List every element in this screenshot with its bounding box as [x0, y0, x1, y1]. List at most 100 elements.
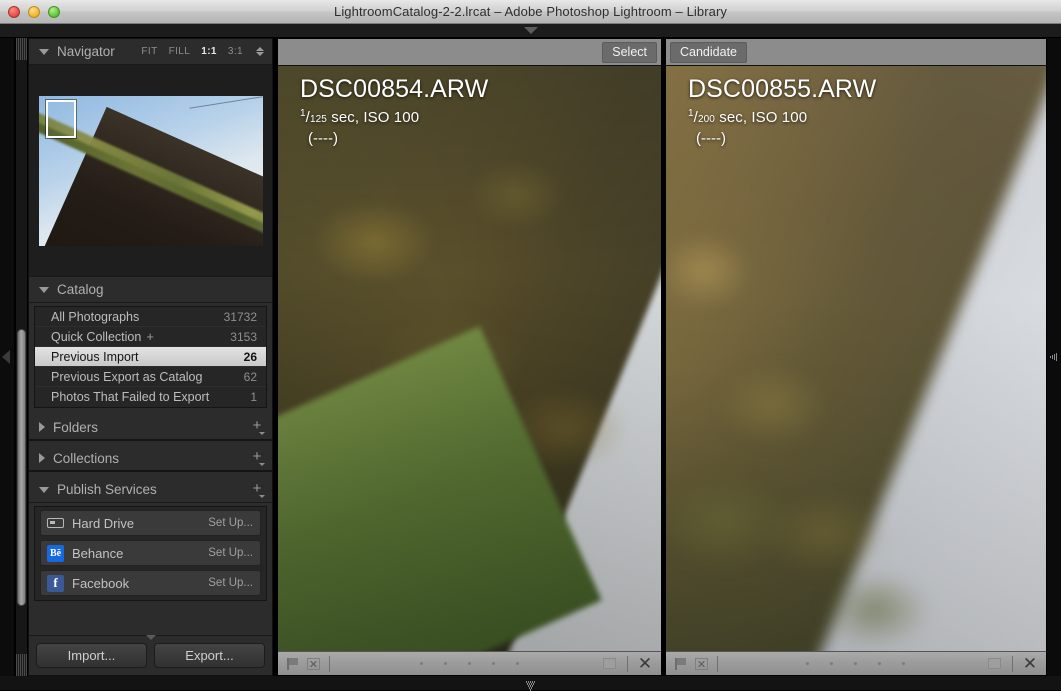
- rating-dot-3[interactable]: [467, 662, 471, 665]
- rating-dot-5[interactable]: [902, 662, 905, 665]
- rating-dot-4[interactable]: [878, 662, 881, 665]
- chevron-left-icon: [2, 350, 10, 364]
- left-panel-scrollbar[interactable]: [16, 38, 27, 676]
- rating-dot-5[interactable]: [515, 662, 519, 665]
- select-photo[interactable]: DSC00854.ARW 1/125 sec, ISO 100 (----): [278, 66, 661, 651]
- collections-title: Collections: [53, 450, 120, 466]
- add-folder-button[interactable]: +: [250, 418, 265, 435]
- top-panel-toggle[interactable]: [0, 24, 1061, 38]
- export-button[interactable]: Export...: [154, 643, 265, 668]
- rating-dots[interactable]: [723, 662, 988, 665]
- navigator-preview[interactable]: [29, 65, 272, 277]
- flag-reject-icon[interactable]: ✕: [307, 657, 320, 671]
- bottom-panel-dots-icon: [522, 681, 540, 691]
- disclosure-triangle-down-icon[interactable]: [39, 48, 49, 55]
- toolbar-divider: [329, 655, 330, 672]
- publish-service-setup-link[interactable]: Set Up...: [208, 577, 253, 589]
- catalog-item-count: 62: [243, 369, 257, 384]
- behance-icon: Bē: [47, 544, 64, 562]
- catalog-item-previous-export-as-catalog[interactable]: Previous Export as Catalog 62: [35, 367, 266, 387]
- candidate-photo[interactable]: DSC00855.ARW 1/200 sec, ISO 100 (----): [666, 66, 1046, 651]
- scrollbar-grip-top: [16, 38, 27, 60]
- disclosure-triangle-right-icon[interactable]: [39, 453, 45, 463]
- scrollbar-thumb[interactable]: [17, 329, 26, 606]
- window-title: LightroomCatalog-2-2.lrcat – Adobe Photo…: [333, 4, 728, 19]
- select-rating-placeholder: (----): [308, 130, 338, 148]
- flag-reject-icon[interactable]: ✕: [695, 657, 708, 671]
- zoom-level-1-1[interactable]: 1:1: [201, 46, 217, 57]
- navigator-title: Navigator: [57, 44, 115, 59]
- select-exif: 1/125 sec, ISO 100: [300, 108, 420, 127]
- publish-service-facebook[interactable]: f Facebook Set Up...: [40, 570, 261, 596]
- candidate-filename: DSC00855.ARW: [688, 75, 877, 103]
- candidate-tag[interactable]: Candidate: [670, 41, 747, 63]
- close-window-button[interactable]: [8, 6, 20, 18]
- collections-header[interactable]: Collections +: [29, 446, 272, 472]
- disclosure-triangle-down-icon[interactable]: [39, 286, 49, 293]
- catalog-item-label: Previous Export as Catalog: [51, 369, 203, 384]
- minimize-window-button[interactable]: [28, 6, 40, 18]
- quick-collection-plus-icon[interactable]: +: [146, 329, 154, 344]
- rating-dot-2[interactable]: [830, 662, 833, 665]
- zoom-stepper[interactable]: [256, 47, 264, 56]
- catalog-item-label: Photos That Failed to Export: [51, 390, 210, 404]
- publish-services-header[interactable]: Publish Services +: [29, 477, 272, 503]
- catalog-item-count: 3153: [230, 329, 257, 344]
- navigator-header[interactable]: Navigator FIT FILL 1:1 3:1: [29, 39, 272, 65]
- zoom-window-button[interactable]: [48, 6, 60, 18]
- disclosure-triangle-right-icon[interactable]: [39, 422, 45, 432]
- panel-resize-handle[interactable]: [145, 635, 156, 640]
- right-panel-collapse[interactable]: [1047, 38, 1061, 676]
- catalog-item-all-photographs[interactable]: All Photographs 31732: [35, 307, 266, 327]
- rating-dot-2[interactable]: [443, 662, 447, 665]
- navigator-crop-rectangle[interactable]: [45, 99, 76, 138]
- bottom-panel-toggle[interactable]: [0, 676, 1061, 691]
- folders-header[interactable]: Folders +: [29, 415, 272, 441]
- flag-pick-icon[interactable]: [675, 657, 688, 670]
- import-button[interactable]: Import...: [36, 643, 147, 668]
- publish-service-label: Facebook: [72, 575, 130, 591]
- disclosure-triangle-down-icon[interactable]: [39, 486, 49, 493]
- rating-dot-1[interactable]: [419, 662, 423, 665]
- rating-dots[interactable]: [335, 662, 603, 665]
- zoom-level-3-1[interactable]: 3:1: [228, 46, 243, 57]
- catalog-item-label-wrap: Quick Collection +: [51, 329, 154, 344]
- add-collection-button[interactable]: +: [250, 449, 265, 466]
- chevron-down-icon: [523, 27, 538, 34]
- rating-dot-4[interactable]: [491, 662, 495, 665]
- color-label-chip[interactable]: [988, 658, 1001, 669]
- catalog-item-previous-import[interactable]: Previous Import 26: [35, 347, 266, 367]
- catalog-item-quick-collection[interactable]: Quick Collection + 3153: [35, 327, 266, 347]
- select-tag[interactable]: Select: [602, 41, 657, 63]
- panel-footer: Import... Export...: [29, 635, 272, 675]
- candidate-exif: 1/200 sec, ISO 100: [688, 108, 808, 127]
- select-filename: DSC00854.ARW: [300, 75, 489, 103]
- add-publish-service-button[interactable]: +: [250, 481, 265, 498]
- left-panel-collapse[interactable]: [0, 38, 14, 676]
- application-root: Navigator FIT FILL 1:1 3:1 Catalog All P…: [0, 24, 1061, 691]
- traffic-lights: [8, 6, 60, 18]
- catalog-header[interactable]: Catalog: [29, 277, 272, 303]
- photo-vignette-layer: [666, 66, 1046, 651]
- color-label-chip[interactable]: [603, 658, 616, 669]
- catalog-item-photos-that-failed-to-export[interactable]: Photos That Failed to Export 1: [35, 387, 266, 407]
- rating-dot-1[interactable]: [806, 662, 809, 665]
- folders-title: Folders: [53, 419, 99, 435]
- facebook-icon: f: [47, 574, 64, 592]
- rating-dot-3[interactable]: [854, 662, 857, 665]
- flag-pick-icon[interactable]: [287, 657, 300, 670]
- zoom-level-fill[interactable]: FILL: [169, 46, 191, 57]
- publish-service-setup-link[interactable]: Set Up...: [208, 547, 253, 559]
- exif-rest: sec, ISO 100: [714, 109, 808, 127]
- close-x-icon[interactable]: ✕: [1021, 655, 1039, 672]
- compare-pane-select: Select DSC00854.ARW 1/125 sec, ISO 100 (…: [277, 38, 662, 676]
- catalog-item-label: Previous Import: [51, 349, 139, 364]
- shutter-denominator: 200: [697, 114, 715, 126]
- catalog-list: All Photographs 31732 Quick Collection + …: [34, 306, 267, 408]
- publish-service-hard-drive[interactable]: Hard Drive Set Up...: [40, 510, 261, 536]
- close-x-icon[interactable]: ✕: [636, 655, 654, 672]
- publish-service-behance[interactable]: Bē Behance Set Up...: [40, 540, 261, 566]
- publish-service-setup-link[interactable]: Set Up...: [208, 517, 253, 529]
- zoom-level-fit[interactable]: FIT: [141, 46, 157, 57]
- stepper-up-icon: [256, 47, 264, 51]
